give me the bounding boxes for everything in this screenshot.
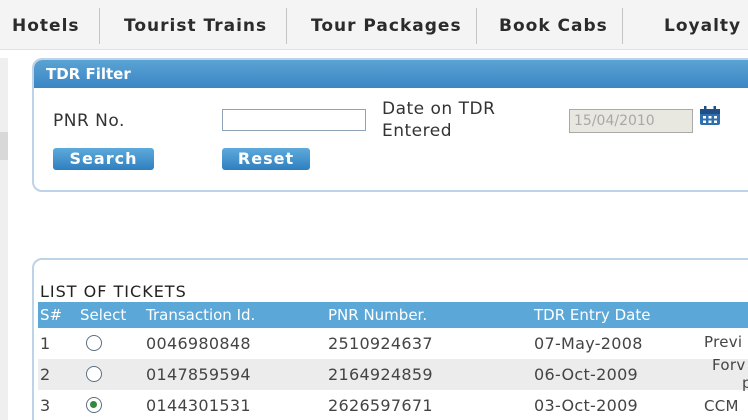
cell-pnr-number: 2510924637 bbox=[328, 334, 433, 353]
table-row: 1 0046980848 2510924637 07-May-2008 Prev… bbox=[38, 328, 748, 359]
cell-transaction-id: 0144301531 bbox=[146, 396, 251, 415]
top-navigation: Hotels Tourist Trains Tour Packages Book… bbox=[0, 0, 748, 50]
nav-tourist-trains[interactable]: Tourist Trains bbox=[124, 0, 267, 50]
pnr-input[interactable] bbox=[222, 109, 366, 131]
select-radio-selected[interactable] bbox=[86, 397, 102, 413]
column-header-select: Select bbox=[80, 306, 127, 324]
table-row: 2 0147859594 2164924859 06-Oct-2009 Forv… bbox=[38, 356, 748, 391]
tickets-title: LIST OF TICKETS bbox=[40, 282, 187, 301]
left-page-strip bbox=[0, 58, 8, 420]
nav-tour-packages[interactable]: Tour Packages bbox=[311, 0, 462, 50]
pnr-label: PNR No. bbox=[53, 111, 125, 131]
cell-remark: Forv bbox=[712, 356, 746, 374]
nav-separator bbox=[286, 8, 287, 44]
tdr-filter-title: TDR Filter bbox=[34, 60, 748, 88]
search-button[interactable]: Search bbox=[53, 148, 154, 170]
cell-tdr-date: 07-May-2008 bbox=[534, 334, 643, 353]
nav-separator bbox=[476, 8, 477, 44]
cell-remark: CCM bbox=[704, 397, 739, 415]
cell-sno: 2 bbox=[40, 365, 51, 384]
column-header-pnr: PNR Number. bbox=[328, 306, 428, 324]
table-row: 3 0144301531 2626597671 03-Oct-2009 CCM bbox=[38, 390, 748, 420]
date-label-line1: Date on TDR bbox=[382, 99, 496, 119]
select-radio[interactable] bbox=[86, 335, 102, 351]
cell-pnr-number: 2626597671 bbox=[328, 396, 433, 415]
nav-book-cabs[interactable]: Book Cabs bbox=[499, 0, 608, 50]
nav-separator bbox=[622, 8, 623, 44]
cell-pnr-number: 2164924859 bbox=[328, 365, 433, 384]
tdr-date-field[interactable] bbox=[569, 109, 693, 133]
cell-transaction-id: 0147859594 bbox=[146, 365, 251, 384]
cell-sno: 3 bbox=[40, 396, 51, 415]
nav-separator bbox=[99, 8, 100, 44]
column-header-tdr-date: TDR Entry Date bbox=[534, 306, 651, 324]
reset-button[interactable]: Reset bbox=[222, 148, 310, 170]
date-label-line2: Entered bbox=[382, 121, 453, 141]
cell-tdr-date: 06-Oct-2009 bbox=[534, 365, 639, 384]
cell-tdr-date: 03-Oct-2009 bbox=[534, 396, 639, 415]
tickets-table-header: S# Select Transaction Id. PNR Number. TD… bbox=[38, 302, 748, 328]
nav-loyalty[interactable]: Loyalty P bbox=[664, 0, 748, 50]
cell-sno: 1 bbox=[40, 334, 51, 353]
select-radio[interactable] bbox=[86, 366, 102, 382]
cell-transaction-id: 0046980848 bbox=[146, 334, 251, 353]
left-page-strip-shade bbox=[0, 132, 8, 160]
nav-hotels[interactable]: Hotels bbox=[12, 0, 80, 50]
calendar-icon[interactable] bbox=[699, 106, 721, 126]
column-header-transaction: Transaction Id. bbox=[146, 306, 256, 324]
column-header-sno: S# bbox=[40, 306, 63, 324]
